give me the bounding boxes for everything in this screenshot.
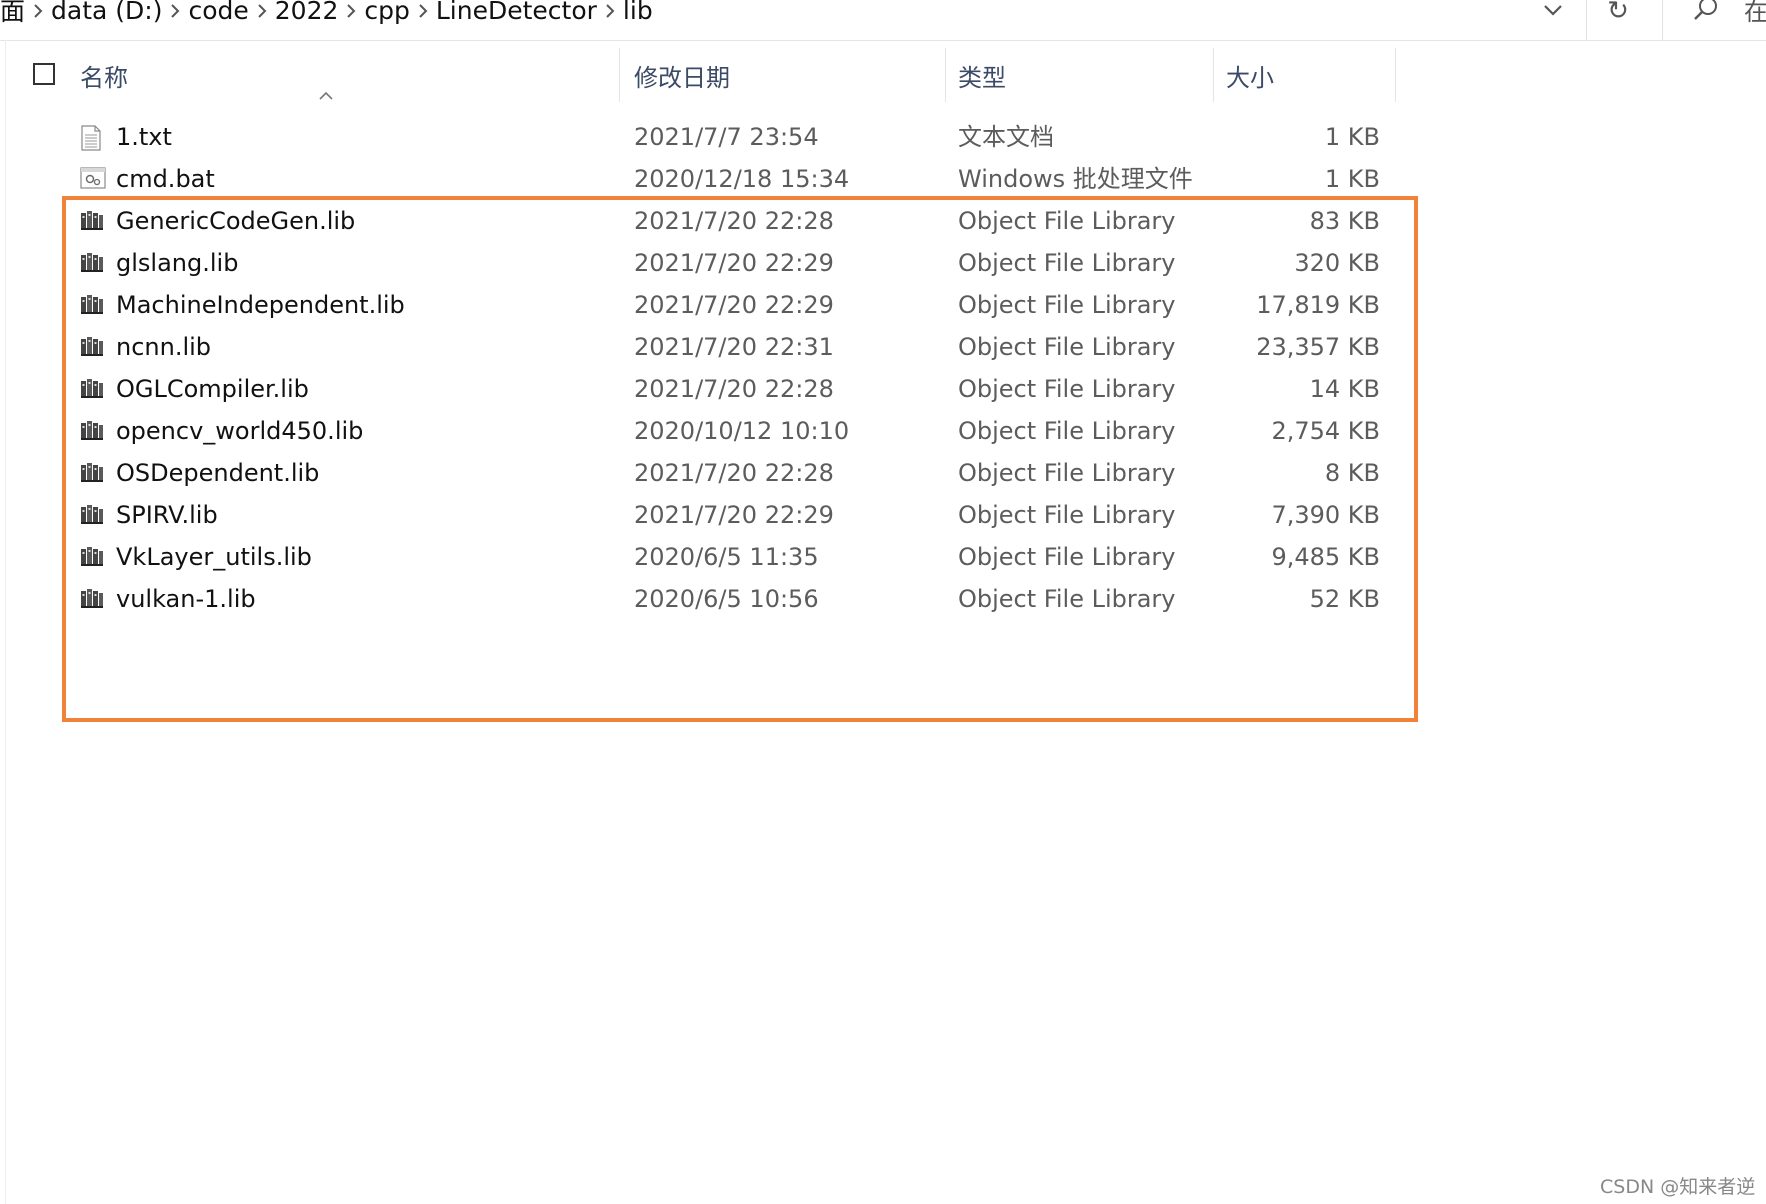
select-all-checkbox[interactable] (33, 63, 55, 85)
chevron-right-icon[interactable] (597, 1, 623, 20)
batch-file-icon (80, 167, 106, 191)
column-divider[interactable] (1395, 48, 1396, 102)
refresh-button[interactable]: ↻ (1600, 0, 1636, 28)
file-row[interactable]: 1.txt 2021/7/7 23:54 文本文档 1 KB (0, 116, 1766, 158)
breadcrumb: 面 data (D:) code 2022 cpp LineDetector l… (0, 0, 653, 26)
address-history-dropdown[interactable] (1538, 0, 1568, 26)
file-name: cmd.bat (116, 165, 215, 193)
column-header-type-label: 类型 (958, 63, 1006, 92)
column-header-date-label: 修改日期 (634, 63, 730, 92)
search-placeholder: 在 (1744, 0, 1766, 26)
column-header-size[interactable]: 大小 (1226, 46, 1396, 104)
breadcrumb-item-cpp[interactable]: cpp (364, 0, 409, 25)
breadcrumb-item-code[interactable]: code (188, 0, 248, 25)
column-header-date[interactable]: 修改日期 (634, 46, 946, 104)
column-divider[interactable] (619, 48, 620, 102)
chevron-right-icon[interactable] (410, 1, 436, 20)
column-divider[interactable] (1213, 48, 1214, 102)
file-size: 1 KB (1324, 165, 1380, 193)
file-date-modified: 2021/7/7 23:54 (634, 123, 819, 151)
chevron-right-icon[interactable] (249, 1, 275, 20)
column-header-type[interactable]: 类型 (958, 46, 1214, 104)
breadcrumb-item-desktop[interactable]: 面 (0, 0, 25, 28)
chevron-right-icon[interactable] (25, 1, 51, 20)
breadcrumb-item-linedetector[interactable]: LineDetector (436, 0, 597, 25)
watermark: CSDN @知来者逆 (1600, 1176, 1756, 1198)
column-header-name-label: 名称 (80, 63, 128, 92)
search-box[interactable]: 在 (1664, 0, 1766, 40)
column-header-size-label: 大小 (1226, 63, 1274, 92)
breadcrumb-item-2022[interactable]: 2022 (275, 0, 339, 25)
refresh-icon: ↻ (1607, 0, 1629, 26)
column-header-name[interactable]: 名称 (80, 46, 620, 104)
breadcrumb-item-data-drive[interactable]: data (D:) (51, 0, 162, 25)
text-file-icon (80, 125, 104, 151)
column-header: 名称 修改日期 类型 大小 (0, 46, 1766, 104)
file-type: 文本文档 (958, 123, 1054, 151)
file-name: 1.txt (116, 123, 172, 151)
chevron-right-icon[interactable] (162, 1, 188, 20)
file-date-modified: 2020/12/18 15:34 (634, 165, 850, 193)
divider (1662, 0, 1663, 40)
file-row[interactable]: cmd.bat 2020/12/18 15:34 Windows 批处理文件 1 KB (0, 158, 1766, 200)
breadcrumb-item-lib[interactable]: lib (623, 0, 653, 25)
column-divider[interactable] (945, 48, 946, 102)
highlight-box (62, 196, 1418, 722)
search-icon (1694, 0, 1717, 20)
file-size: 1 KB (1324, 123, 1380, 151)
chevron-right-icon[interactable] (338, 1, 364, 20)
address-bar: 面 data (D:) code 2022 cpp LineDetector l… (0, 0, 1766, 41)
file-type: Windows 批处理文件 (958, 165, 1193, 193)
divider (1586, 0, 1587, 40)
chevron-down-icon (1544, 5, 1562, 16)
